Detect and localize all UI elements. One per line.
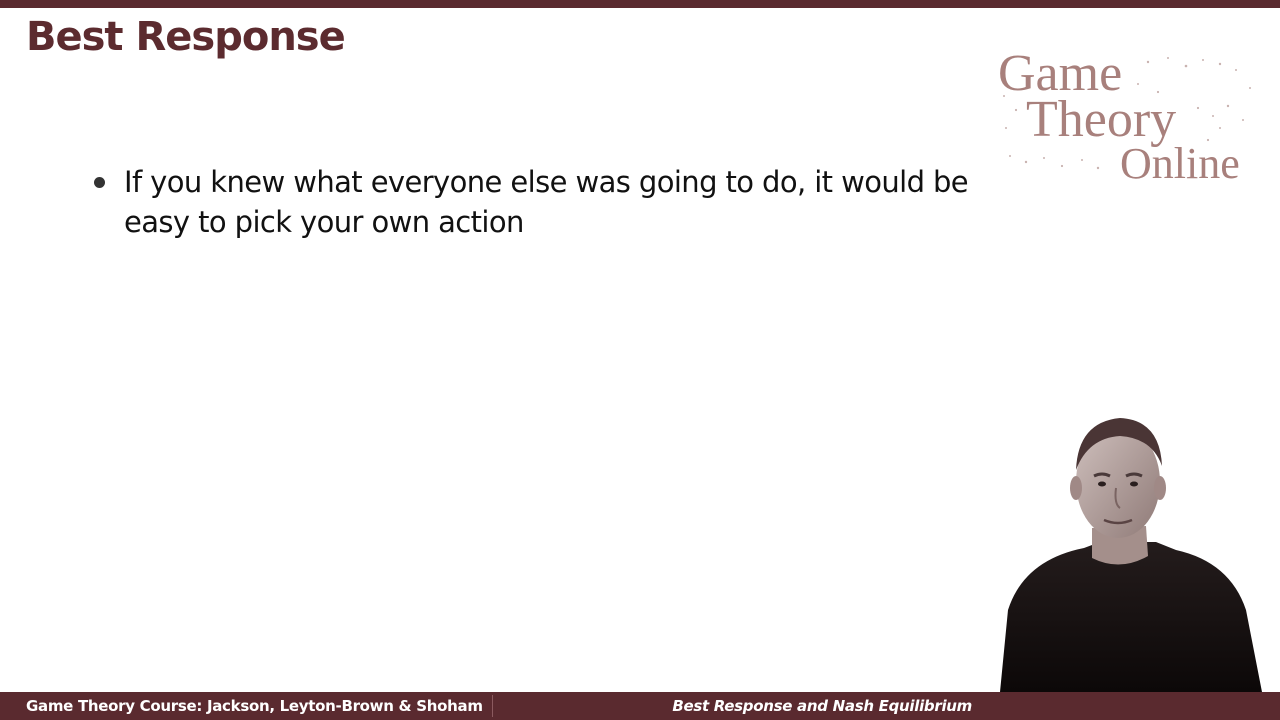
- footer-course-credit: Game Theory Course: Jackson, Leyton-Brow…: [26, 697, 483, 715]
- top-accent-band: [0, 0, 1280, 8]
- logo-word-online: Online: [1120, 139, 1240, 188]
- bullet-text: If you knew what everyone else was going…: [124, 165, 969, 239]
- bullet-list: If you knew what everyone else was going…: [92, 162, 972, 242]
- footer-divider: [492, 695, 493, 717]
- bullet-point-icon: [94, 177, 105, 188]
- footer-lecture-title: Best Response and Nash Equilibrium: [672, 697, 972, 715]
- game-theory-online-logo: Game Theory Online: [998, 48, 1258, 188]
- slide-title: Best Response: [26, 14, 346, 60]
- footer-bar: Game Theory Course: Jackson, Leyton-Brow…: [0, 692, 1280, 720]
- bullet-item: If you knew what everyone else was going…: [92, 162, 972, 242]
- presenter-video-figure: [1000, 418, 1262, 692]
